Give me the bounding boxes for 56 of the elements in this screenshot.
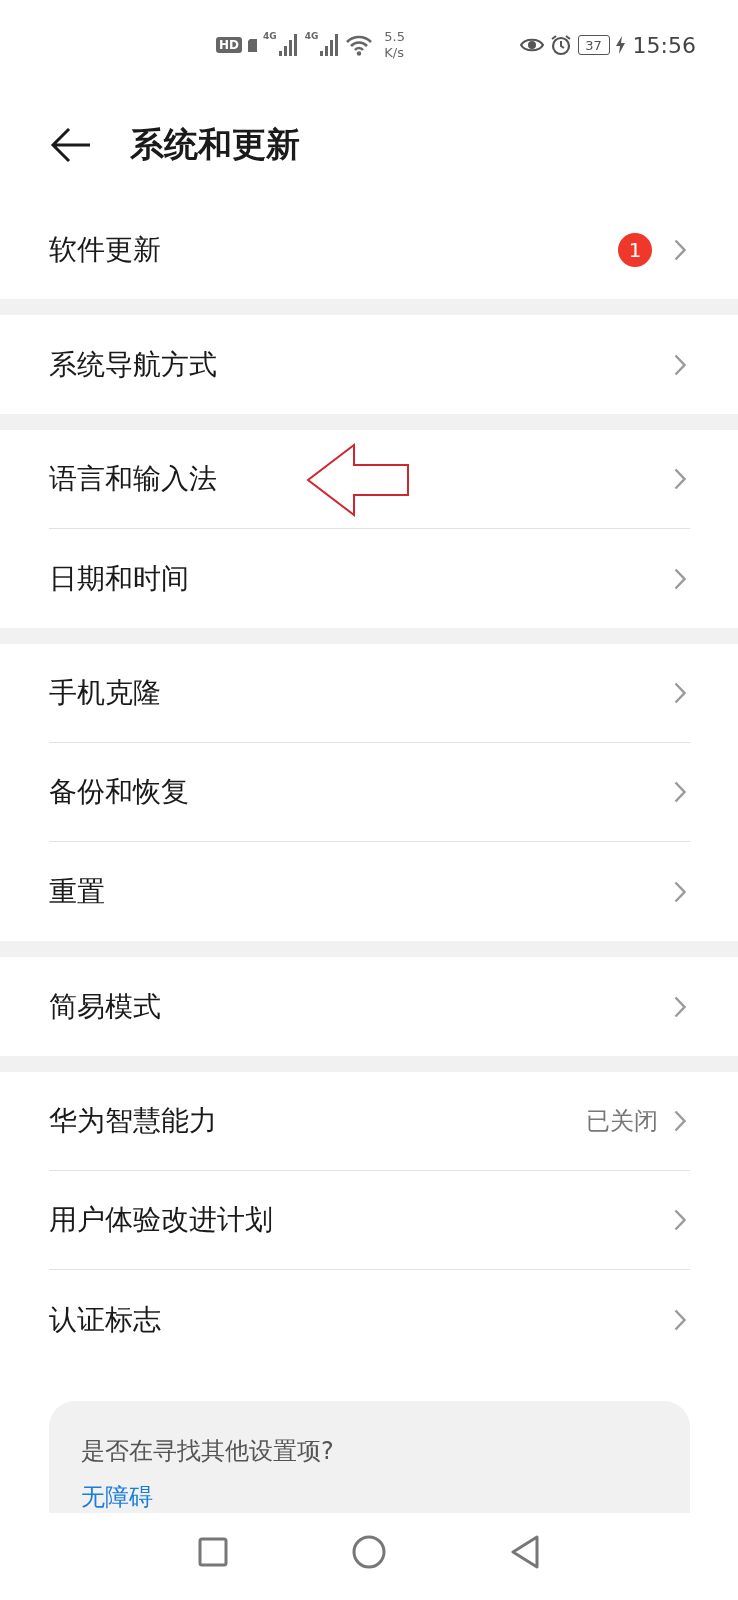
chevron-icon	[674, 880, 686, 903]
row-label: 日期和时间	[49, 560, 189, 597]
row-label: 华为智慧能力	[49, 1103, 217, 1139]
signal-icon	[320, 34, 341, 56]
signal-icon	[278, 34, 299, 56]
settings-row[interactable]: 重置	[49, 842, 690, 941]
chevron-icon	[674, 1209, 686, 1231]
recents-icon[interactable]	[198, 1536, 228, 1567]
settings-row[interactable]: 日期和时间	[49, 529, 690, 628]
row-label: 软件更新	[49, 231, 161, 268]
notification-badge: 1	[618, 232, 652, 267]
sim-card-icon	[248, 38, 257, 52]
eye-icon	[519, 37, 544, 53]
speed-unit: K/s	[384, 45, 405, 61]
chevron-icon	[674, 781, 686, 803]
back-nav-icon[interactable]	[510, 1534, 540, 1569]
home-icon[interactable]	[352, 1534, 386, 1569]
row-label: 手机克隆	[49, 675, 161, 711]
row-label: 重置	[49, 873, 105, 910]
row-label: 语言和输入法	[49, 461, 217, 497]
network-type-label: 4G	[263, 31, 277, 41]
chevron-icon	[674, 1308, 686, 1331]
chevron-icon	[674, 468, 686, 490]
hd-indicator: HD	[216, 37, 242, 53]
accessibility-link[interactable]: 无障碍	[81, 1481, 153, 1513]
row-label: 简易模式	[49, 988, 161, 1025]
chevron-icon	[674, 995, 686, 1018]
battery-icon: 37	[577, 35, 610, 55]
settings-row[interactable]: 手机克隆	[49, 644, 690, 743]
speed-value: 5.5	[384, 29, 405, 45]
settings-row[interactable]: 系统导航方式	[49, 315, 690, 414]
row-label: 认证标志	[49, 1301, 161, 1338]
clock-time: 15:56	[632, 32, 696, 58]
row-label: 备份和恢复	[49, 774, 189, 810]
settings-row[interactable]: 语言和输入法	[49, 430, 690, 529]
back-icon[interactable]	[50, 127, 92, 163]
chevron-icon	[674, 238, 686, 261]
page-title: 系统和更新	[130, 123, 300, 166]
chevron-icon	[674, 353, 686, 376]
settings-row[interactable]: 软件更新 1	[49, 200, 690, 299]
row-label: 系统导航方式	[49, 346, 217, 383]
settings-row[interactable]: 用户体验改进计划	[49, 1171, 690, 1270]
wifi-icon	[346, 34, 373, 56]
chevron-icon	[674, 682, 686, 704]
row-value: 已关闭	[586, 1106, 658, 1137]
alarm-icon	[549, 34, 572, 56]
settings-row[interactable]: 备份和恢复	[49, 743, 690, 842]
card-question: 是否在寻找其他设置项?	[81, 1436, 335, 1467]
network-type-label: 4G	[304, 31, 319, 41]
row-label: 用户体验改进计划	[49, 1202, 273, 1238]
settings-row[interactable]: 认证标志	[49, 1270, 690, 1369]
chevron-icon	[674, 567, 686, 590]
charging-icon	[615, 36, 625, 54]
settings-row[interactable]: 简易模式	[49, 957, 690, 1056]
settings-row[interactable]: 华为智慧能力 已关闭	[49, 1072, 690, 1171]
chevron-icon	[674, 1110, 686, 1132]
